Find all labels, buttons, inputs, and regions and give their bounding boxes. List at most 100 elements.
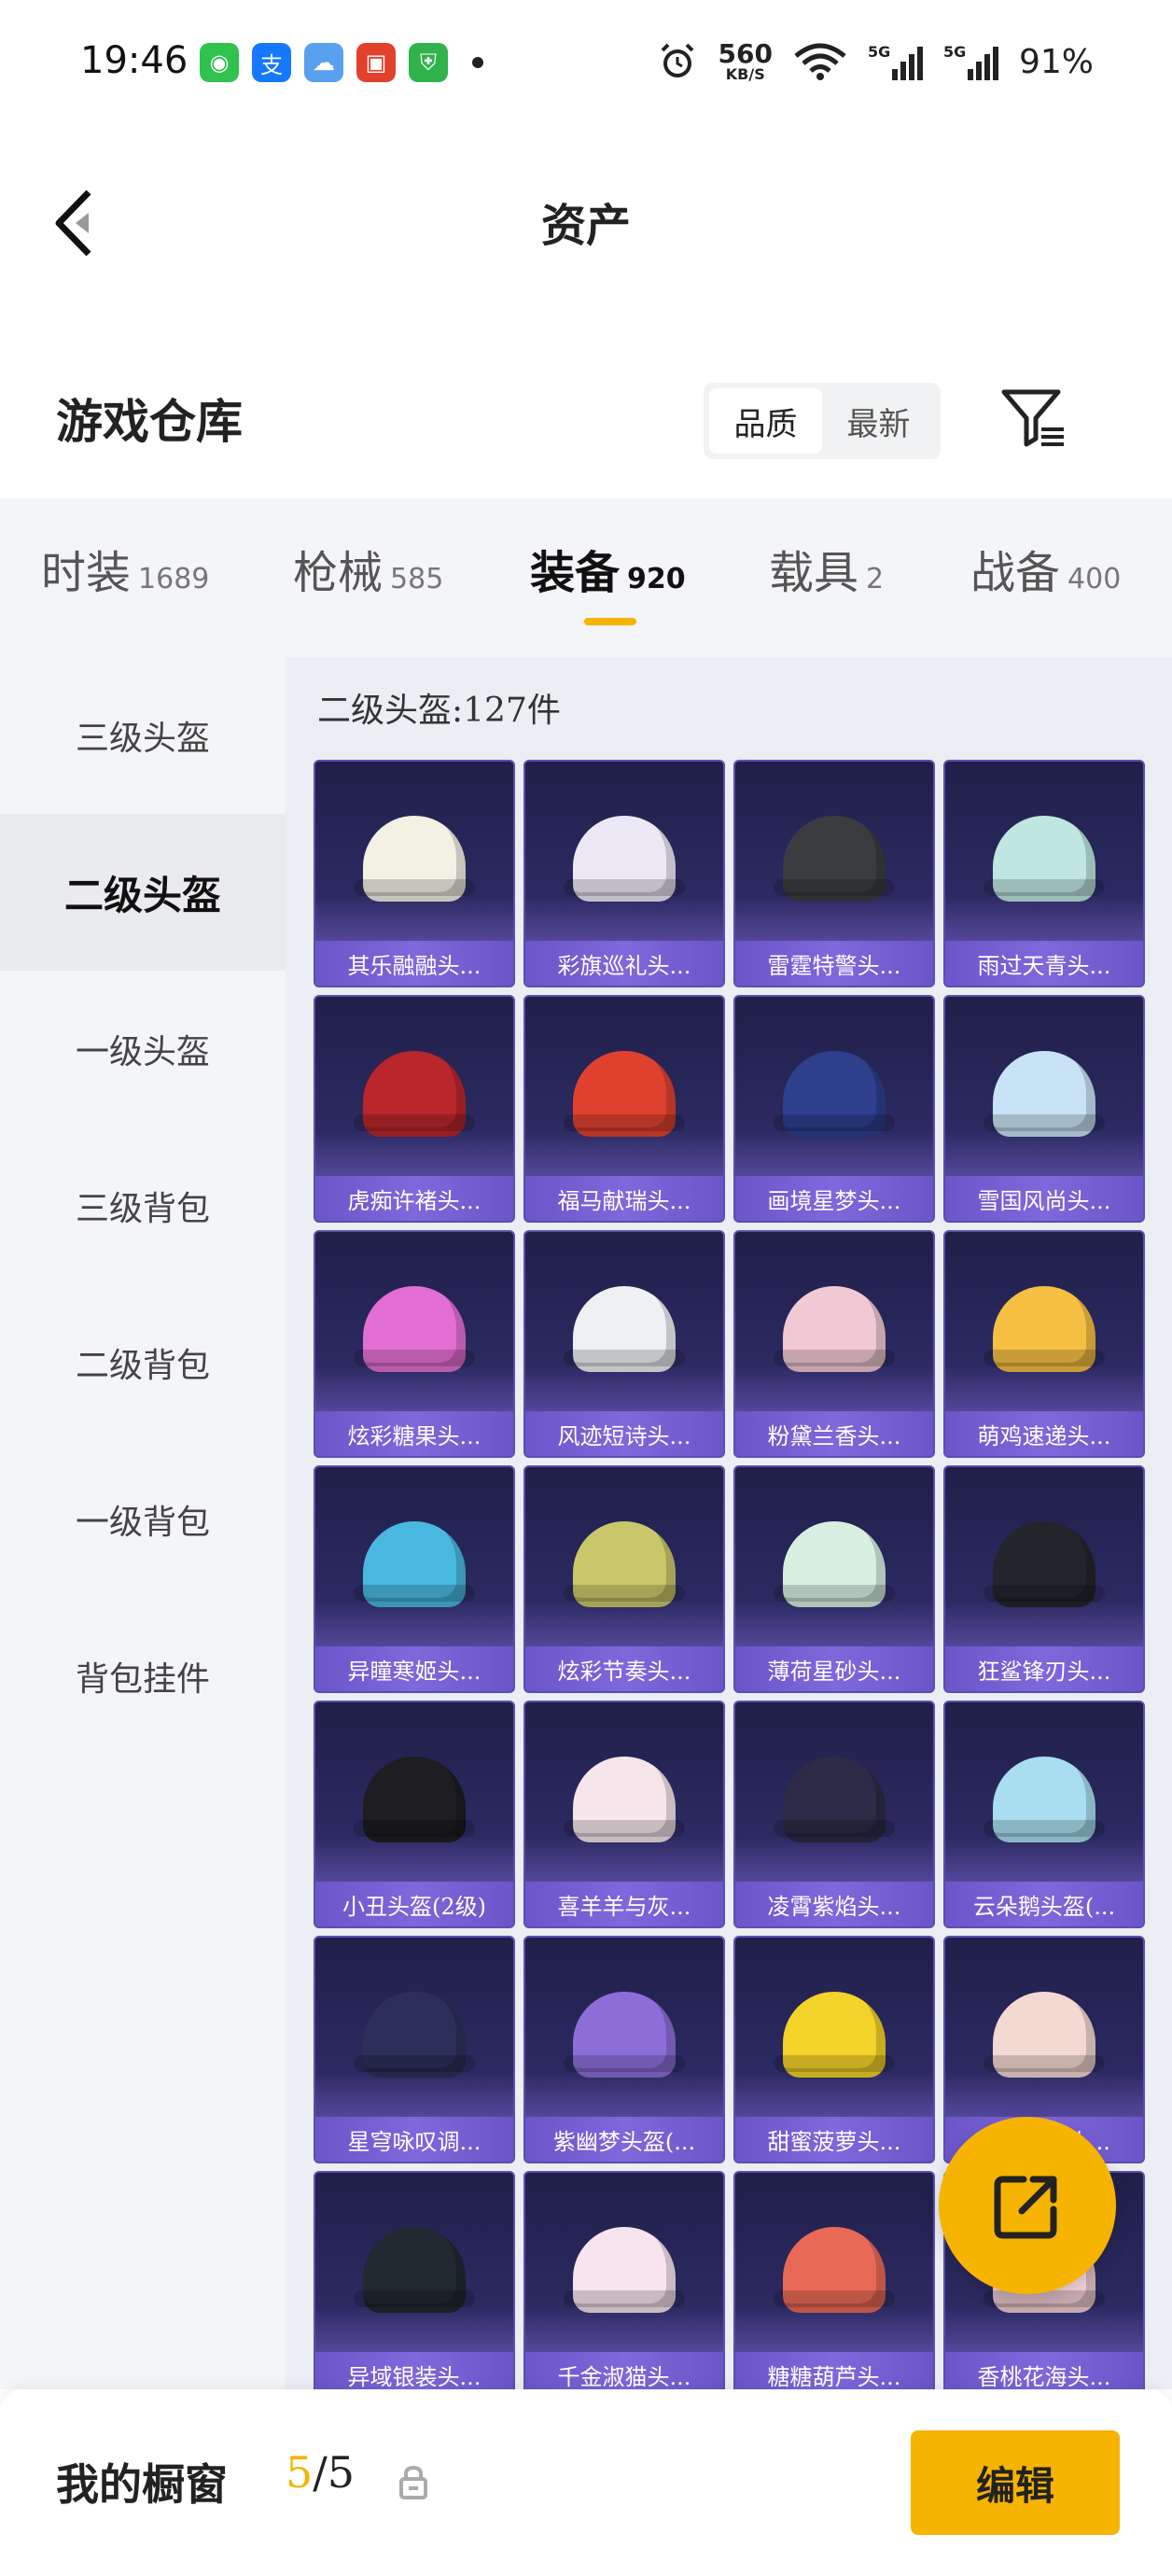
helmet-item-card[interactable]: 凌霄紫焰头... xyxy=(733,1701,935,1928)
tab-fashion[interactable]: 时装 1689 xyxy=(41,536,209,601)
item-name: 香桃花海头... xyxy=(945,2352,1143,2389)
helmet-image xyxy=(984,1757,1105,1842)
item-name: 炫彩糖果头... xyxy=(315,1411,513,1456)
helmet-image xyxy=(354,1757,475,1842)
item-name: 甜蜜菠萝头... xyxy=(735,2117,933,2162)
helmet-item-card[interactable]: 糖糖葫芦头... xyxy=(733,2171,935,2389)
item-name: 粉黛兰香头... xyxy=(735,1411,933,1456)
item-name: 风迹短诗头... xyxy=(525,1411,723,1456)
showcase-current: 5 xyxy=(286,2447,314,2498)
helmet-item-card[interactable]: 星穹咏叹调... xyxy=(314,1936,515,2163)
filter-button[interactable] xyxy=(998,383,1069,454)
alipay-icon: 支 xyxy=(252,43,291,82)
battery-level: 91% xyxy=(1018,42,1094,81)
alarm-icon xyxy=(661,43,693,77)
helmet-image xyxy=(354,1992,475,2078)
active-tab-indicator xyxy=(584,618,636,625)
item-name: 画境星梦头... xyxy=(735,1176,933,1221)
helmet-item-card[interactable]: 画境星梦头... xyxy=(733,995,935,1223)
tab-weapons[interactable]: 枪械 585 xyxy=(293,536,443,601)
lock-icon[interactable] xyxy=(398,2464,429,2499)
item-name: 星穹咏叹调... xyxy=(315,2117,513,2162)
tab-label: 载具 xyxy=(769,547,859,599)
sidebar-item-level2-helmet[interactable]: 二级头盔 xyxy=(0,814,286,971)
helmet-image xyxy=(354,816,475,902)
warehouse-title: 游戏仓库 xyxy=(56,394,243,449)
helmet-item-card[interactable]: 彩旗巡礼头... xyxy=(523,760,725,987)
helmet-item-card[interactable]: 粉黛兰香头... xyxy=(733,1230,935,1458)
signal-2-label: 5G xyxy=(942,43,967,61)
sidebar-item-level1-backpack[interactable]: 一级背包 xyxy=(0,1441,286,1598)
page-title: 资产 xyxy=(540,200,631,252)
tab-label: 战备 xyxy=(970,547,1061,599)
item-name: 雪国风尚头... xyxy=(945,1176,1143,1221)
helmet-item-card[interactable]: 紫幽梦头盔(... xyxy=(523,1936,725,2163)
sidebar-item-level3-helmet[interactable]: 三级头盔 xyxy=(0,657,286,814)
helmet-item-card[interactable]: 异域银装头... xyxy=(314,2171,515,2389)
tab-count: 2 xyxy=(866,563,885,595)
helmet-item-card[interactable]: 喜羊羊与灰... xyxy=(523,1701,725,1928)
share-button[interactable] xyxy=(939,2117,1116,2294)
showcase-label: 我的橱窗 xyxy=(56,2459,228,2510)
status-time: 19:46 xyxy=(80,39,188,82)
game-app-icon: ▣ xyxy=(356,43,396,82)
edit-button[interactable]: 编辑 xyxy=(911,2430,1120,2535)
item-name: 其乐融融头... xyxy=(315,941,513,986)
tab-supplies[interactable]: 战备 400 xyxy=(970,536,1121,601)
tab-vehicles[interactable]: 载具 2 xyxy=(769,536,884,601)
item-name: 雨过天青头... xyxy=(945,941,1143,986)
helmet-item-card[interactable]: 小丑头盔(2级) xyxy=(314,1701,515,1928)
helmet-item-card[interactable]: 其乐融融头... xyxy=(314,760,515,987)
helmet-item-card[interactable]: 薄荷星砂头... xyxy=(733,1465,935,1693)
helmet-item-card[interactable]: 炫彩节奏头... xyxy=(523,1465,725,1693)
helmet-item-card[interactable]: 甜蜜菠萝头... xyxy=(733,1936,935,2163)
sort-quality-button[interactable]: 品质 xyxy=(709,388,822,454)
item-name: 异瞳寒姬头... xyxy=(315,1646,513,1691)
helmet-item-card[interactable]: 雷霆特警头... xyxy=(733,760,935,987)
helmet-item-card[interactable]: 虎痴许褚头... xyxy=(314,995,515,1223)
sidebar-item-level3-backpack[interactable]: 三级背包 xyxy=(0,1127,286,1284)
item-count-label: 二级头盔:127件 xyxy=(317,692,561,730)
helmet-image xyxy=(354,1521,475,1607)
signal-1-label: 5G xyxy=(867,43,891,61)
helmet-item-card[interactable]: 风迹短诗头... xyxy=(523,1230,725,1458)
wifi-icon xyxy=(794,43,846,80)
helmet-image xyxy=(774,1992,895,2078)
item-name: 彩旗巡礼头... xyxy=(525,941,723,986)
signal-1-icon: 5G xyxy=(868,43,923,80)
helmet-item-card[interactable]: 狂鲨锋刃头... xyxy=(943,1465,1145,1693)
item-name: 云朵鹅头盔(... xyxy=(945,1882,1143,1926)
helmet-image xyxy=(564,2227,685,2313)
network-speed-value: 560 xyxy=(718,38,773,69)
helmet-item-card[interactable]: 福马献瑞头... xyxy=(523,995,725,1223)
helmet-image xyxy=(774,1521,895,1607)
helmet-item-card[interactable]: 云朵鹅头盔(... xyxy=(943,1701,1145,1928)
more-notifications-icon xyxy=(472,57,483,68)
sidebar-item-level1-helmet[interactable]: 一级头盔 xyxy=(0,971,286,1127)
tab-count: 920 xyxy=(627,563,686,595)
helmet-image xyxy=(774,1757,895,1842)
signal-2-icon: 5G xyxy=(943,43,998,80)
helmet-item-card[interactable]: 萌鸡速递头... xyxy=(943,1230,1145,1458)
item-name: 薄荷星砂头... xyxy=(735,1646,933,1691)
tab-count: 585 xyxy=(390,563,444,595)
helmet-item-card[interactable]: 雨过天青头... xyxy=(943,760,1145,987)
wechat-icon: ◉ xyxy=(200,43,239,82)
showcase-total: /5 xyxy=(313,2447,356,2498)
sidebar-item-level2-backpack[interactable]: 二级背包 xyxy=(0,1284,286,1441)
helmet-image xyxy=(774,2227,895,2313)
sidebar-item-backpack-pendant[interactable]: 背包挂件 xyxy=(0,1598,286,1755)
helmet-item-card[interactable]: 雪国风尚头... xyxy=(943,995,1145,1223)
helmet-item-card[interactable]: 炫彩糖果头... xyxy=(314,1230,515,1458)
tab-label: 枪械 xyxy=(293,547,384,599)
tab-count: 400 xyxy=(1067,563,1122,595)
tab-equipment[interactable]: 装备 920 xyxy=(530,536,686,601)
sort-newest-button[interactable]: 最新 xyxy=(822,388,935,454)
helmet-item-card[interactable]: 千金淑猫头... xyxy=(523,2171,725,2389)
helmet-item-card[interactable]: 异瞳寒姬头... xyxy=(314,1465,515,1693)
item-name: 小丑头盔(2级) xyxy=(315,1882,513,1926)
security-shield-icon: ⛨ xyxy=(409,43,448,82)
subcategory-sidebar: 三级头盔 二级头盔 一级头盔 三级背包 二级背包 一级背包 背包挂件 xyxy=(0,657,286,2389)
item-name: 凌霄紫焰头... xyxy=(735,1882,933,1926)
helmet-image xyxy=(564,1757,685,1842)
